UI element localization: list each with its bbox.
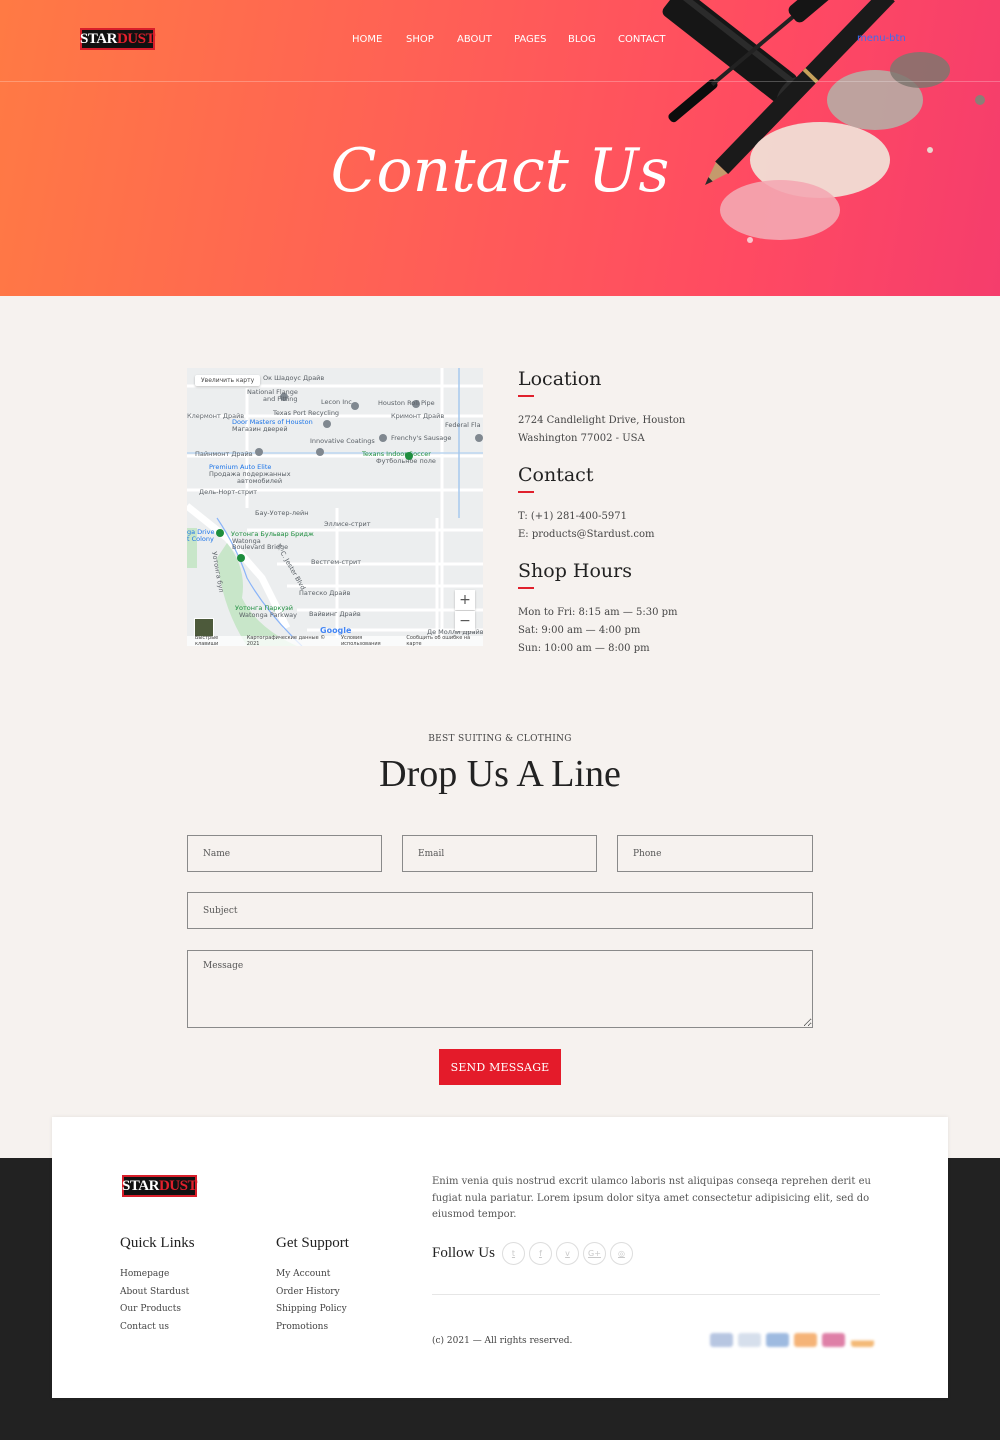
map-label: Innovative Coatings	[310, 437, 375, 445]
stardust-logo[interactable]: STARDUST	[80, 28, 155, 50]
footer-divider	[432, 1294, 880, 1295]
name-field[interactable]	[187, 835, 382, 872]
location-map[interactable]: Увеличить карту Ок Шадоус Драйв National…	[187, 368, 483, 646]
nav-contact[interactable]: CONTACT	[618, 34, 665, 45]
map-label: Пайнмонт Драйв	[195, 450, 253, 458]
map-data-credit: Картографические данные © 2021	[246, 635, 326, 646]
footer-link-promotions[interactable]: Promotions	[276, 1319, 349, 1337]
map-label: Магазин дверей	[232, 425, 288, 433]
footer-link-about[interactable]: About Stardust	[120, 1284, 195, 1302]
location-block: Location 2724 Candlelight Drive, Houston…	[518, 368, 738, 448]
phone-field[interactable]	[617, 835, 813, 872]
map-label: Frenchy's Sausage	[391, 434, 452, 442]
message-field[interactable]	[187, 950, 813, 1028]
form-title: Drop Us A Line	[379, 753, 621, 795]
form-eyebrow: BEST SUITING & CLOTHING	[428, 734, 572, 744]
footer: STARDUST Quick Links Homepage About Star…	[52, 1117, 948, 1398]
twitter-icon[interactable]: t	[502, 1242, 525, 1265]
instagram-icon[interactable]: ◎	[610, 1242, 633, 1265]
heading-underline	[518, 395, 534, 397]
map-label: Футбольное поле	[376, 457, 436, 465]
map-zoom-in-button[interactable]: +	[455, 590, 475, 610]
google-logo: Google	[320, 626, 352, 635]
facebook-icon[interactable]: f	[529, 1242, 552, 1265]
hero-banner: STARDUST HOME SHOP ABOUT PAGES BLOG CONT…	[0, 0, 1000, 296]
shop-hours-block: Shop Hours Mon to Fri: 8:15 am — 5:30 pm…	[518, 560, 738, 658]
menu-button[interactable]: menu-btn	[857, 33, 906, 44]
footer-logo[interactable]: STARDUST	[122, 1175, 197, 1197]
map-report-link[interactable]: Сообщить об ошибке на карте	[406, 635, 483, 646]
nav-shop[interactable]: SHOP	[406, 34, 434, 45]
map-enlarge-button[interactable]: Увеличить карту	[195, 375, 261, 386]
contact-heading: Contact	[518, 464, 594, 486]
map-label: Дель-Норт-стрит	[199, 488, 258, 496]
footer-link-order-history[interactable]: Order History	[276, 1284, 349, 1302]
vimeo-icon[interactable]: v	[556, 1242, 579, 1265]
logo-text: STARDUST	[80, 30, 155, 47]
map-label: Federal Fla	[445, 421, 481, 429]
map-label: Вайвинг Драйв	[309, 610, 361, 618]
map-zoom-out-button[interactable]: −	[455, 611, 475, 631]
quick-links-column: Quick Links Homepage About Stardust Our …	[120, 1235, 195, 1337]
mastercard-icon	[794, 1333, 817, 1347]
map-label: Texas Port Recycling	[273, 409, 340, 417]
map-label: Патеско Драйв	[299, 589, 351, 597]
map-label: Ок Шадоус Драйв	[263, 374, 325, 382]
address-line: 2724 Candlelight Drive, Houston	[518, 415, 686, 426]
address-line: Washington 77002 - USA	[518, 433, 645, 444]
nav-blog[interactable]: BLOG	[568, 34, 596, 45]
nav-about[interactable]: ABOUT	[457, 34, 492, 45]
follow-us-heading: Follow Us	[432, 1245, 495, 1261]
location-heading: Location	[518, 368, 602, 390]
paypal-icon	[766, 1333, 789, 1347]
map-label: Lecon Inc	[321, 398, 352, 406]
map-shortcuts-link[interactable]: Быстрые клавиши	[195, 635, 241, 646]
map-label: Watonga Parkway	[239, 611, 298, 619]
support-column: Get Support My Account Order History Shi…	[276, 1235, 349, 1337]
footer-description: Enim venia quis nostrud excrit ulamco la…	[432, 1176, 871, 1220]
visa-icon	[710, 1333, 733, 1347]
email-line: E: products@Stardust.com	[518, 529, 655, 540]
footer-link-account[interactable]: My Account	[276, 1266, 349, 1284]
map-attribution-bar: Быстрые клавиши Картографические данные …	[187, 635, 483, 646]
map-label: Houston Roll Pipe	[378, 399, 435, 407]
google-plus-icon[interactable]: G+	[583, 1242, 606, 1265]
logo-text: STARDUST	[122, 1177, 197, 1194]
map-label: автомобилей	[237, 477, 283, 485]
map-label: Кримонт Драйв	[391, 412, 445, 420]
nav-pages[interactable]: PAGES	[514, 34, 546, 45]
map-label: Бау-Уотер-лейн	[255, 509, 309, 517]
hours-line: Sat: 9:00 am — 4:00 pm	[518, 625, 641, 636]
map-label: and Fitting	[263, 395, 298, 403]
send-message-button[interactable]: SEND MESSAGE	[439, 1049, 561, 1085]
footer-link-contact[interactable]: Contact us	[120, 1319, 195, 1337]
quick-links-heading: Quick Links	[120, 1235, 195, 1251]
footer-link-products[interactable]: Our Products	[120, 1301, 195, 1319]
copyright: (c) 2021 — All rights reserved.	[432, 1336, 573, 1346]
phone-line: T: (+1) 281-400-5971	[518, 511, 627, 522]
footer-link-shipping[interactable]: Shipping Policy	[276, 1301, 349, 1319]
amex-icon	[738, 1333, 761, 1347]
subject-field[interactable]	[187, 892, 813, 929]
hours-line: Sun: 10:00 am — 8:00 pm	[518, 643, 650, 654]
top-navigation-bar: STARDUST HOME SHOP ABOUT PAGES BLOG CONT…	[0, 0, 1000, 82]
footer-link-homepage[interactable]: Homepage	[120, 1266, 195, 1284]
map-label: t Colony	[187, 535, 214, 543]
email-field[interactable]	[402, 835, 597, 872]
shop-hours-heading: Shop Hours	[518, 560, 632, 582]
heading-underline	[518, 491, 534, 493]
page-title: Contact Us	[330, 136, 670, 206]
discover-icon	[851, 1333, 874, 1347]
nav-home[interactable]: HOME	[352, 34, 382, 45]
maestro-icon	[822, 1333, 845, 1347]
heading-underline	[518, 587, 534, 589]
contact-block: Contact T: (+1) 281-400-5971 E: products…	[518, 464, 738, 544]
hours-line: Mon to Fri: 8:15 am — 5:30 pm	[518, 607, 678, 618]
support-heading: Get Support	[276, 1235, 349, 1251]
map-label: Вестгем-стрит	[311, 558, 361, 566]
map-label: Эллисе-стрит	[324, 520, 371, 528]
map-terms-link[interactable]: Условия использования	[341, 635, 400, 646]
